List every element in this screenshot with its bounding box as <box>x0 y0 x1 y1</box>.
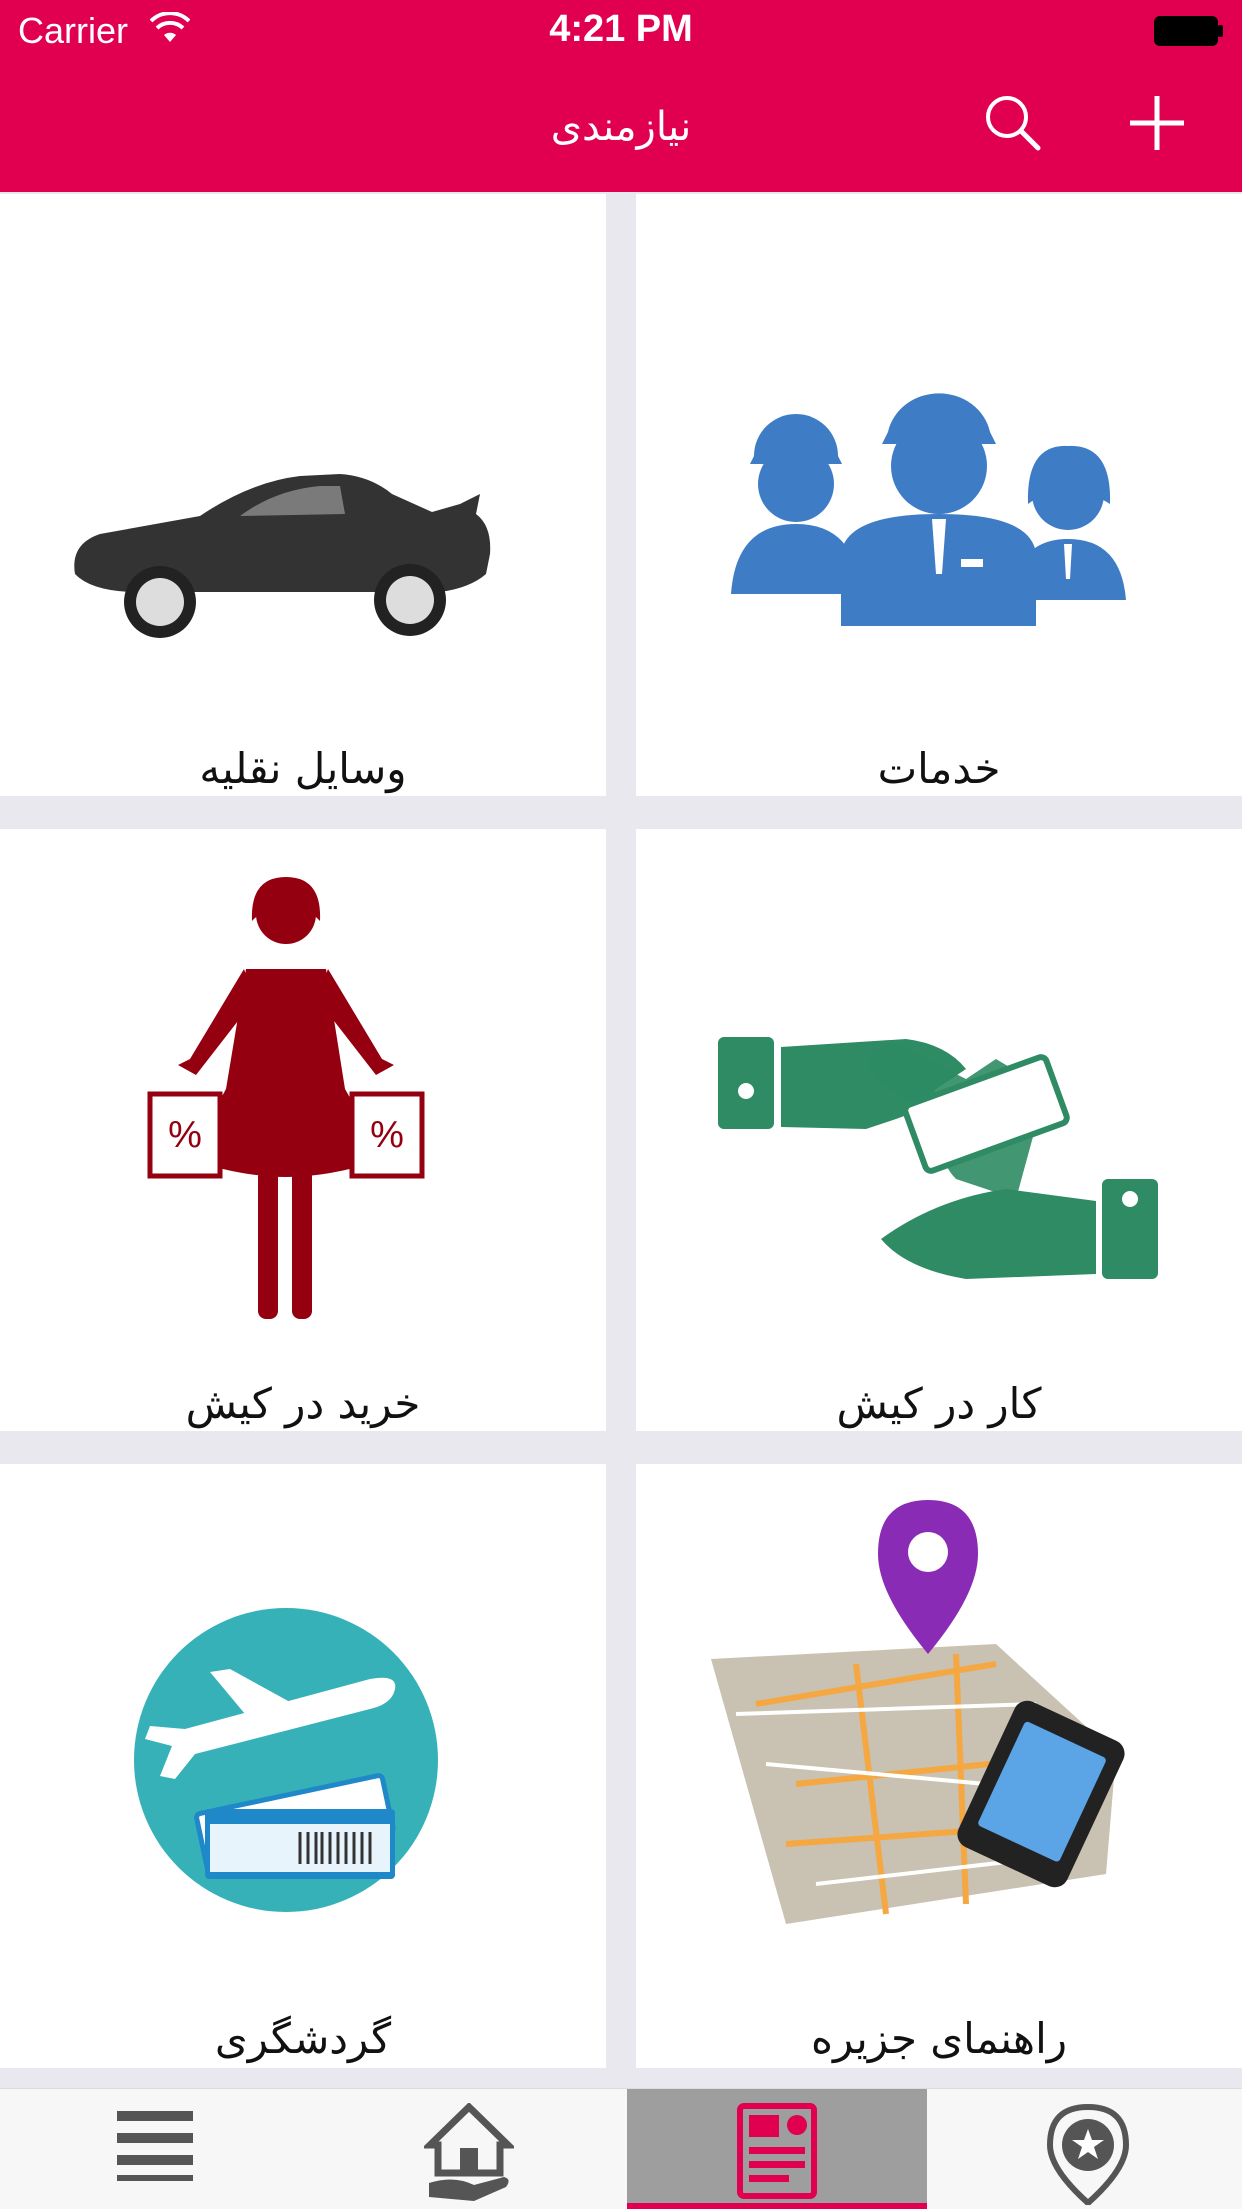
plane-ticket-icon <box>134 1608 438 1912</box>
svg-text:%: % <box>370 1114 404 1156</box>
tile-vehicles[interactable]: وسایل نقلیه <box>0 194 606 796</box>
tab-bar <box>0 2088 1242 2209</box>
plus-icon[interactable] <box>1126 92 1188 154</box>
map-phone-icon <box>711 1500 1125 1924</box>
tab-listings[interactable] <box>627 2089 927 2209</box>
tab-home[interactable] <box>316 2089 622 2209</box>
svg-text:%: % <box>168 1114 202 1156</box>
tile-work-in-kish[interactable]: کار در کیش <box>636 829 1242 1431</box>
status-time: 4:21 PM <box>549 8 693 50</box>
tab-menu[interactable] <box>2 2089 308 2209</box>
workers-icon <box>731 393 1126 626</box>
location-star-icon <box>1046 2103 1129 2205</box>
battery-icon <box>1154 16 1223 46</box>
car-icon <box>74 474 491 638</box>
listing-icon <box>737 2103 817 2199</box>
tile-label: گردشگری <box>214 2014 392 2063</box>
page-title: نیازمندی <box>550 104 692 150</box>
tab-location[interactable] <box>935 2089 1240 2209</box>
app-header: Carrier 4:21 PM نیازمندی <box>0 0 1242 192</box>
tile-label: راهنمای جزیره <box>810 2014 1068 2063</box>
tile-services[interactable]: خدمات <box>636 194 1242 796</box>
tile-island-guide[interactable]: راهنمای جزیره <box>636 1464 1242 2068</box>
tile-label: کار در کیش <box>836 1379 1042 1428</box>
tile-shopping-in-kish[interactable]: % % خرید در کیش <box>0 829 606 1431</box>
shopping-woman-icon: % % <box>147 877 425 1319</box>
money-hands-icon <box>718 1037 1158 1279</box>
search-icon[interactable] <box>982 92 1042 152</box>
tile-label: خدمات <box>877 744 1001 793</box>
tile-label: خرید در کیش <box>185 1379 421 1428</box>
status-bar: Carrier 4:21 PM <box>0 0 1242 62</box>
menu-icon <box>117 2111 193 2181</box>
tile-label: وسایل نقلیه <box>199 744 407 793</box>
home-hand-icon <box>424 2103 514 2201</box>
tile-tourism[interactable]: گردشگری <box>0 1464 606 2068</box>
